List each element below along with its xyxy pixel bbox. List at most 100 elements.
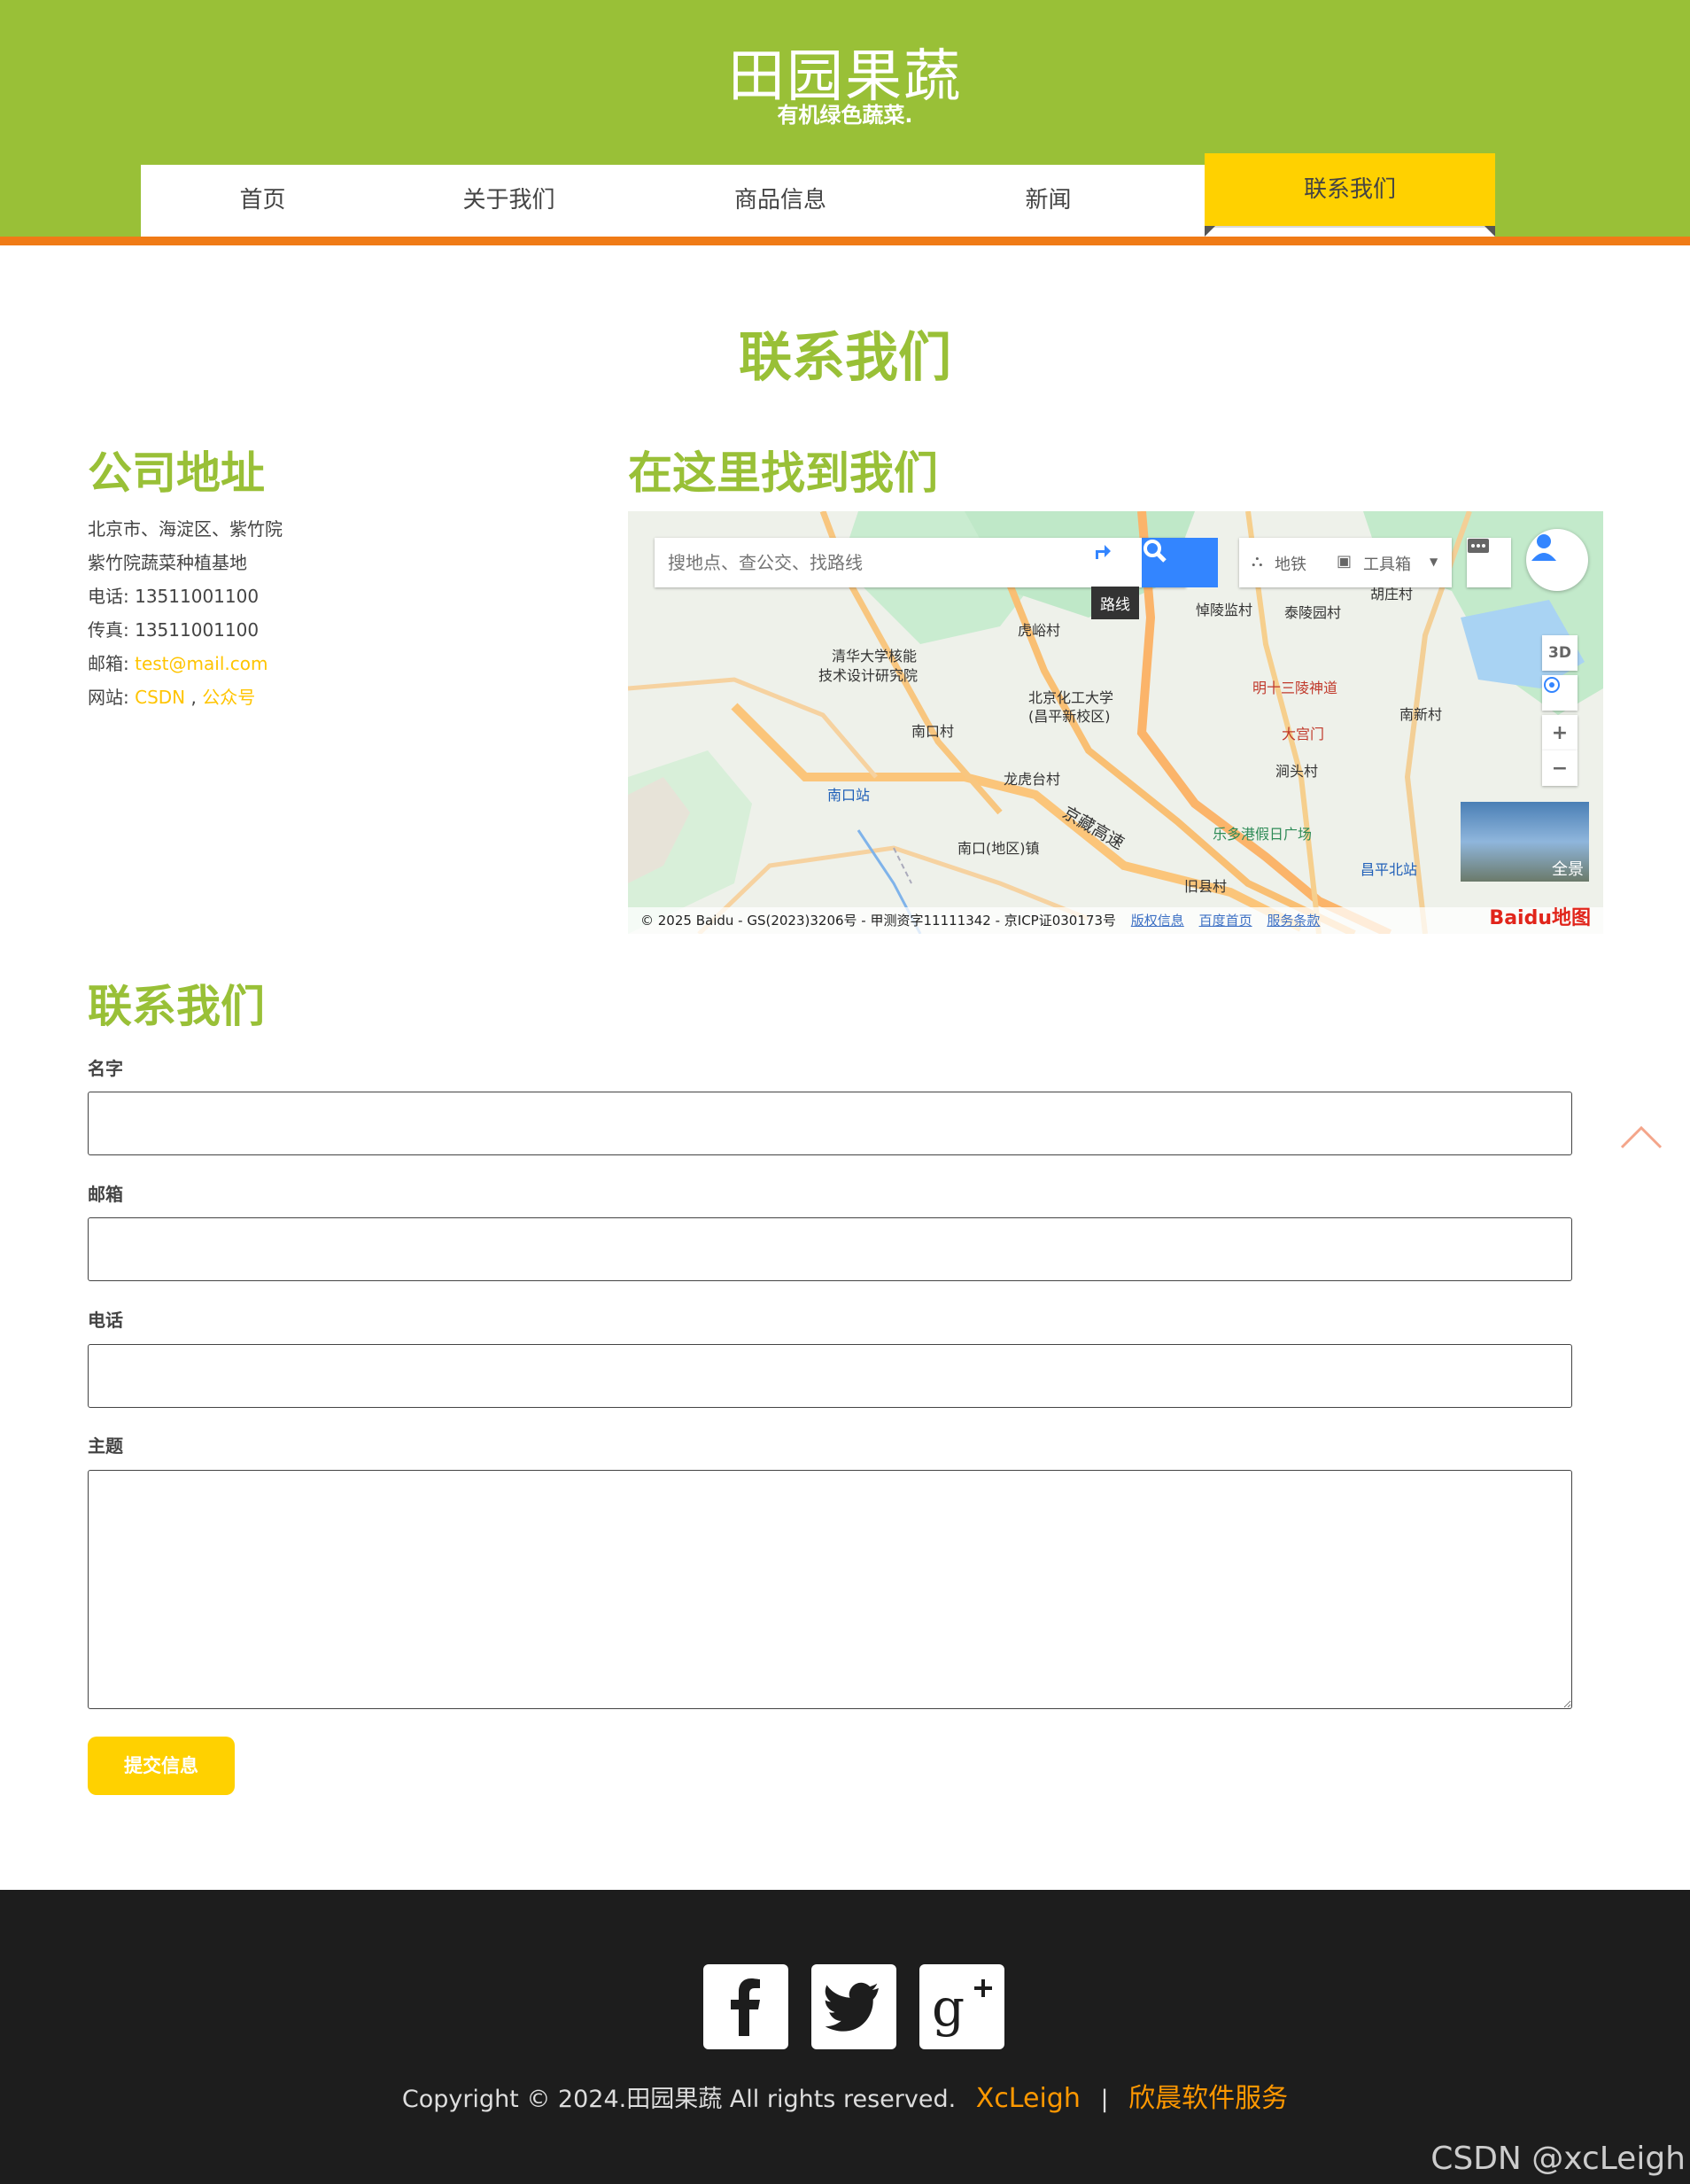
twitter-icon — [825, 1982, 879, 2032]
locate-button[interactable] — [1542, 675, 1578, 711]
fax-row: 传真: 13511001100 — [88, 613, 283, 647]
map-place-label[interactable]: 南口村 — [911, 719, 954, 741]
route-tooltip: 路线 — [1091, 587, 1139, 619]
toolbox-button[interactable]: 工具箱 — [1363, 552, 1411, 575]
message-icon — [1468, 539, 1489, 553]
map-search-bar — [655, 538, 1218, 587]
name-field[interactable] — [88, 1092, 1572, 1155]
map-link[interactable]: 服务条款 — [1267, 913, 1320, 929]
map-toolbar: ⛬ 地铁 ▣ 工具箱 ▼ — [1239, 538, 1452, 587]
wechat-link[interactable]: 公众号 — [202, 687, 255, 708]
submit-button[interactable]: 提交信息 — [88, 1737, 235, 1795]
map-place-label[interactable]: (昌平新校区) — [1028, 704, 1111, 726]
baidu-map-logo[interactable]: Baidu地图 — [1489, 902, 1591, 930]
email-label: 邮箱: — [88, 653, 136, 674]
email-row: 邮箱: test@mail.com — [88, 647, 283, 680]
facebook-button[interactable] — [703, 1964, 788, 2049]
email-label: 邮箱 — [88, 1184, 123, 1205]
map-place-label[interactable]: 技术设计研究院 — [818, 664, 918, 685]
nav-item-contact[interactable]: 联系我们 — [1205, 153, 1495, 237]
map-place-label[interactable]: 涧头村 — [1275, 759, 1318, 781]
map-place-label[interactable]: 南口(地区)镇 — [957, 836, 1040, 858]
address-block: 北京市、海淀区、紫竹院 紫竹院蔬菜种植基地 电话: 13511001100 传真… — [88, 512, 283, 714]
user-icon — [1531, 534, 1556, 561]
google-plus-icon: g — [932, 1978, 992, 2038]
map-place-label[interactable]: 旧县村 — [1184, 874, 1227, 896]
site-row: 网站: CSDN , 公众号 — [88, 680, 283, 714]
map-place-label[interactable]: 南新村 — [1399, 703, 1442, 724]
twitter-button[interactable] — [811, 1964, 896, 2049]
subway-icon: ⛬ — [1252, 552, 1263, 571]
map-user-avatar[interactable] — [1526, 529, 1588, 591]
zoom-out-button[interactable]: − — [1542, 750, 1578, 786]
map-copyright: © 2025 Baidu - GS(2023)3206号 - 甲测资字11111… — [640, 913, 1116, 929]
csdn-watermark: CSDN @xcLeigh — [1430, 2141, 1686, 2177]
phone-field[interactable] — [88, 1344, 1572, 1408]
subject-label: 主题 — [88, 1435, 123, 1457]
chevron-down-icon[interactable]: ▼ — [1430, 556, 1438, 568]
facebook-icon — [731, 1978, 760, 2036]
map-copyright-bar: © 2025 Baidu - GS(2023)3206号 - 甲测资字11111… — [628, 907, 1603, 934]
header-divider — [0, 237, 1690, 245]
subject-textarea[interactable] — [88, 1470, 1572, 1709]
back-to-top-button[interactable] — [1619, 1123, 1663, 1150]
phone-row: 电话: 13511001100 — [88, 579, 283, 613]
map-link[interactable]: 百度首页 — [1199, 913, 1252, 929]
baidu-map[interactable]: 清华大学核能 技术设计研究院 北京化工大学 (昌平新校区) 明十三陵神道 大宫门… — [628, 511, 1603, 934]
nav-item-home[interactable]: 首页 — [141, 165, 384, 237]
search-icon — [1143, 540, 1167, 563]
subway-button[interactable]: 地铁 — [1275, 552, 1306, 575]
map-place-label[interactable]: 悼陵监村 — [1196, 598, 1252, 619]
fax-label: 传真: — [88, 619, 136, 641]
google-plus-button[interactable]: g — [919, 1964, 1004, 2049]
route-button[interactable] — [1089, 538, 1138, 587]
map-3d-button[interactable]: 3D — [1542, 635, 1578, 671]
email-field[interactable] — [88, 1217, 1572, 1281]
xinchen-link[interactable]: 欣晨软件服务 — [1128, 2083, 1288, 2114]
site-label: 网站: — [88, 687, 136, 708]
map-place-label[interactable]: 龙虎台村 — [1004, 767, 1060, 789]
nav-item-about[interactable]: 关于我们 — [384, 165, 633, 237]
form-heading: 联系我们 — [88, 981, 265, 1032]
address-heading: 公司地址 — [88, 447, 265, 499]
email-link[interactable]: test@mail.com — [135, 653, 267, 674]
map-place-label[interactable]: 大宫门 — [1282, 722, 1324, 743]
phone-label: 电话: — [88, 586, 136, 607]
map-search-input[interactable] — [655, 538, 1071, 587]
map-place-label[interactable]: 泰陵园村 — [1284, 601, 1341, 622]
map-place-label[interactable]: 清华大学核能 — [832, 644, 917, 665]
footer-copyright-row: Copyright © 2024.田园果蔬 All rights reserve… — [0, 2076, 1690, 2115]
csdn-link[interactable]: CSDN — [135, 687, 185, 708]
map-place-label[interactable]: 乐多港假日广场 — [1213, 822, 1312, 843]
map-place-label[interactable]: 昌平北站 — [1361, 858, 1417, 879]
xcleigh-link[interactable]: XcLeigh — [976, 2083, 1081, 2114]
nav-item-products[interactable]: 商品信息 — [633, 165, 927, 237]
panorama-label: 全景 — [1552, 860, 1584, 879]
phone-value: 13511001100 — [135, 586, 260, 607]
zoom-in-button[interactable]: + — [1542, 715, 1578, 750]
nav-item-news[interactable]: 新闻 — [927, 165, 1169, 237]
panorama-thumbnail[interactable]: 全景 — [1461, 802, 1589, 882]
map-link[interactable]: 版权信息 — [1131, 913, 1184, 929]
map-place-label[interactable]: 虎峪村 — [1018, 618, 1060, 640]
chevron-up-icon — [1620, 1125, 1663, 1149]
main-nav: 首页 关于我们 商品信息 新闻 联系我们 — [141, 153, 1495, 237]
route-icon — [1096, 545, 1111, 559]
toolbox-icon: ▣ — [1337, 552, 1353, 571]
svg-text:g: g — [932, 1978, 965, 2038]
brand-subtitle: 有机绿色蔬菜. — [777, 103, 913, 128]
page-title: 联系我们 — [739, 327, 951, 389]
footer-separator: | — [1100, 2086, 1109, 2113]
locate-icon — [1544, 677, 1560, 693]
address-line: 北京市、海淀区、紫竹院 — [88, 518, 283, 540]
name-label: 名字 — [88, 1058, 123, 1079]
map-place-label[interactable]: 南口站 — [827, 783, 870, 804]
map-message-button[interactable] — [1467, 538, 1511, 587]
map-search-button[interactable] — [1142, 538, 1218, 587]
phone-label: 电话 — [88, 1310, 123, 1331]
map-heading: 在这里找到我们 — [628, 447, 938, 499]
site-separator: , — [185, 687, 203, 708]
fax-value: 13511001100 — [135, 619, 260, 641]
map-place-label[interactable]: 明十三陵神道 — [1252, 676, 1337, 697]
site-header: 田园果蔬 有机绿色蔬菜. 首页 关于我们 商品信息 新闻 联系我们 — [0, 0, 1690, 245]
